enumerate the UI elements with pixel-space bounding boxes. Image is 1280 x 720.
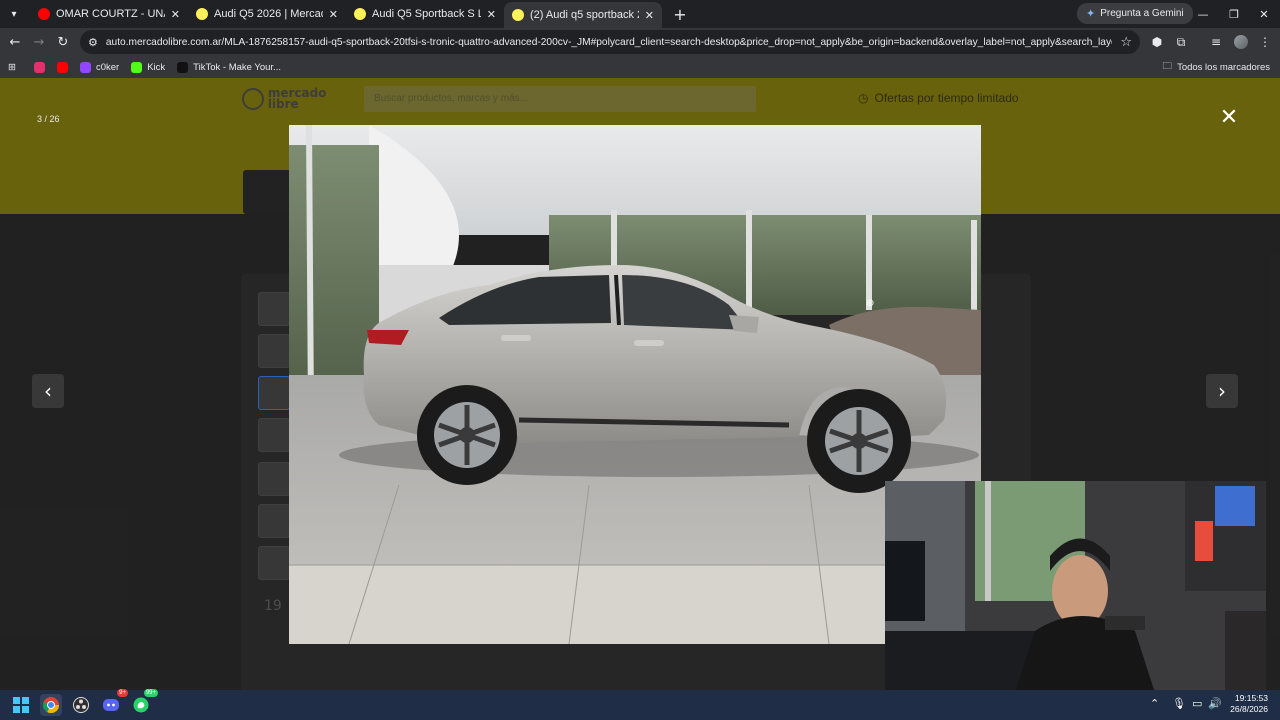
- bookmark-favicon-icon: [33, 61, 45, 73]
- browser-tab[interactable]: (2) Audi q5 sportback 2.0 45 Tfs ✕: [504, 2, 662, 28]
- media-controls-icon[interactable]: ≡: [1204, 30, 1228, 54]
- forward-icon[interactable]: →: [27, 30, 51, 54]
- tab-favicon-icon: [354, 8, 366, 20]
- bookmark-favicon-icon: [177, 61, 189, 73]
- apps-icon[interactable]: ⊞: [8, 62, 16, 73]
- microphone-icon[interactable]: 🎙: [1172, 697, 1186, 710]
- tab-close-icon[interactable]: ✕: [171, 8, 180, 21]
- gemini-label: Pregunta a Gemini: [1100, 8, 1184, 19]
- tab-close-icon[interactable]: ✕: [645, 9, 654, 22]
- restore-icon[interactable]: ❐: [1218, 0, 1250, 28]
- previous-image-button[interactable]: ‹: [32, 374, 64, 408]
- tray-chevron-icon[interactable]: ⌃: [1150, 697, 1159, 710]
- bookmark-favicon-icon: [79, 61, 91, 73]
- next-image-button[interactable]: ›: [1206, 374, 1238, 408]
- all-bookmarks[interactable]: 🗀 Todos los marcadores: [1163, 56, 1270, 78]
- profile-avatar[interactable]: [1229, 30, 1253, 54]
- tab-title: OMAR COURTZ - UNA NOTi (VI: [56, 8, 165, 20]
- discord-taskbar-icon[interactable]: 9+: [100, 689, 128, 716]
- url-text[interactable]: auto.mercadolibre.com.ar/MLA-1876258157-…: [106, 37, 1112, 48]
- zoom-cursor-icon: ⊕: [866, 298, 875, 309]
- bookmark-star-icon[interactable]: ☆: [1120, 35, 1132, 50]
- bookmark-item[interactable]: [56, 61, 68, 73]
- site-info-icon[interactable]: ⚙: [88, 36, 98, 49]
- bookmark-favicon-icon: [56, 61, 68, 73]
- tab-title: Audi Q5 2026 | Mercado Libre a: [214, 8, 323, 20]
- browser-tab[interactable]: OMAR COURTZ - UNA NOTi (VI ✕: [30, 0, 188, 28]
- clock-date: 26/8/2026: [1230, 704, 1268, 714]
- browser-tab[interactable]: Audi Q5 Sportback S Line | Me ✕: [346, 0, 504, 28]
- bookmark-item[interactable]: TikTok - Make Your...: [177, 61, 281, 73]
- whatsapp-taskbar-icon[interactable]: 99+: [130, 689, 158, 716]
- chrome-menu-icon[interactable]: ⋮: [1253, 30, 1277, 54]
- reload-icon[interactable]: ↻: [51, 30, 75, 54]
- tab-close-icon[interactable]: ✕: [329, 8, 338, 21]
- volume-icon[interactable]: 🔊: [1208, 697, 1222, 710]
- bookmark-label: c0ker: [95, 61, 120, 73]
- browser-tab[interactable]: Audi Q5 2026 | Mercado Libre a ✕: [188, 0, 346, 28]
- close-lightbox-button[interactable]: ✕: [1218, 107, 1240, 130]
- minimize-icon[interactable]: —: [1187, 0, 1219, 28]
- bookmark-label: Kick: [147, 61, 166, 73]
- bookmark-item[interactable]: [33, 61, 45, 73]
- car-photo[interactable]: [289, 125, 981, 644]
- close-window-icon[interactable]: ✕: [1248, 0, 1280, 28]
- taskbar-clock[interactable]: 19:15:53 26/8/2026: [1222, 693, 1268, 715]
- discord-badge: 9+: [117, 689, 128, 697]
- tab-favicon-icon: [512, 9, 524, 21]
- tab-favicon-icon: [196, 8, 208, 20]
- bookmark-item[interactable]: c0ker: [79, 61, 120, 73]
- gemini-button[interactable]: ✦ Pregunta a Gemini: [1077, 3, 1193, 24]
- tab-title: (2) Audi q5 sportback 2.0 45 Tfs: [530, 9, 639, 21]
- extensions-puzzle-icon[interactable]: ⧉: [1169, 30, 1193, 54]
- all-bookmarks-label: Todos los marcadores: [1177, 61, 1270, 73]
- back-icon[interactable]: ←: [3, 30, 27, 54]
- address-bar[interactable]: ⚙ auto.mercadolibre.com.ar/MLA-187625815…: [80, 30, 1140, 54]
- new-tab-button[interactable]: +: [668, 2, 692, 26]
- network-icon[interactable]: ▭: [1192, 697, 1202, 710]
- tab-favicon-icon: [38, 8, 50, 20]
- tab-close-icon[interactable]: ✕: [487, 8, 496, 21]
- tab-search-icon[interactable]: ▾: [4, 4, 24, 24]
- bookmark-label: TikTok - Make Your...: [193, 61, 281, 73]
- folder-icon: 🗀: [1162, 61, 1173, 72]
- gemini-icon: ✦: [1086, 8, 1096, 20]
- windows-taskbar: [0, 690, 1280, 720]
- whatsapp-badge: 99+: [143, 689, 158, 697]
- extension-icon[interactable]: ⬢: [1145, 30, 1169, 54]
- tab-title: Audi Q5 Sportback S Line | Me: [372, 8, 481, 20]
- bookmarks-bar: ⊞ c0ker Kick TikTok - Make Your... 🗀 Todos…: [0, 56, 1280, 78]
- streamer-webcam: [885, 481, 1266, 693]
- clock-time: 19:15:53: [1234, 693, 1268, 703]
- bookmark-favicon-icon: [131, 61, 143, 73]
- windows-start-icon[interactable]: [10, 694, 32, 716]
- image-counter: 3 / 26: [37, 114, 60, 124]
- obs-taskbar-icon[interactable]: [70, 694, 92, 716]
- chrome-taskbar-icon[interactable]: [40, 694, 62, 716]
- bookmark-item[interactable]: Kick: [131, 61, 166, 73]
